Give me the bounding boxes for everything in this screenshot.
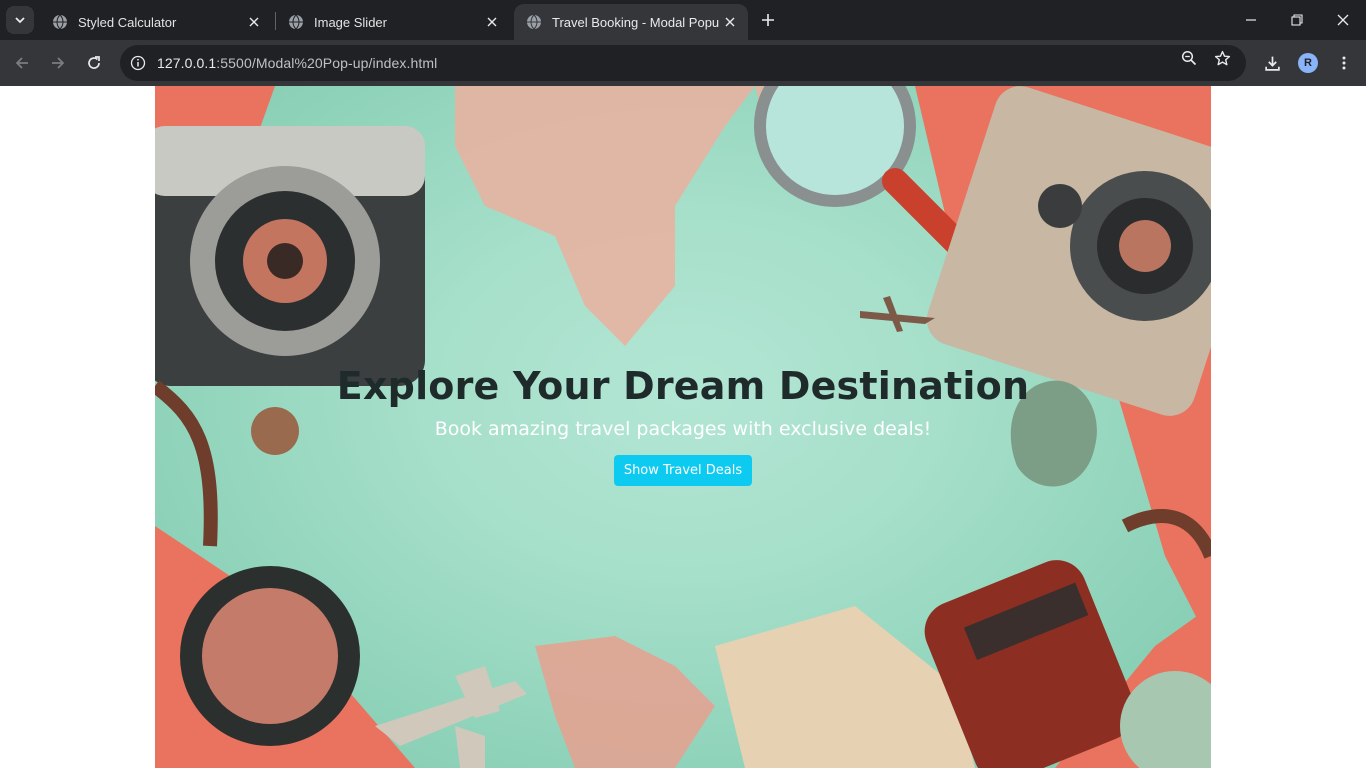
tab-styled-calculator[interactable]: Styled Calculator	[40, 4, 272, 40]
site-info-button[interactable]	[128, 53, 148, 73]
close-window-button[interactable]	[1320, 0, 1366, 40]
url-text: 127.0.0.1:5500/Modal%20Pop-up/index.html	[157, 55, 437, 71]
plus-icon	[762, 14, 774, 26]
arrow-left-icon	[15, 57, 28, 69]
chevron-down-icon	[15, 17, 25, 24]
reload-button[interactable]	[80, 49, 108, 77]
download-icon	[1264, 56, 1280, 71]
tab-close-button[interactable]	[720, 12, 740, 32]
close-icon	[249, 17, 259, 27]
globe-icon	[53, 14, 67, 30]
tab-title: Image Slider	[314, 14, 387, 30]
hero-subtitle: Book amazing travel packages with exclus…	[434, 418, 932, 440]
address-bar[interactable]: 127.0.0.1:5500/Modal%20Pop-up/index.html	[120, 45, 1246, 81]
globe-icon	[527, 14, 541, 30]
reload-icon	[88, 56, 100, 69]
hero-content: Explore Your Dream Destination Book amaz…	[155, 364, 1211, 486]
zoom-button[interactable]	[1179, 48, 1199, 68]
info-icon	[130, 55, 146, 71]
forward-button[interactable]	[44, 49, 72, 77]
browser-toolbar: 127.0.0.1:5500/Modal%20Pop-up/index.html…	[0, 40, 1366, 86]
browser-menu-button[interactable]	[1332, 51, 1356, 75]
star-icon	[1214, 50, 1230, 65]
url-path: :5500/Modal%20Pop-up/index.html	[216, 55, 438, 71]
tab-close-button[interactable]	[244, 12, 264, 32]
page-viewport: Explore Your Dream Destination Book amaz…	[0, 86, 1366, 768]
new-tab-button[interactable]	[756, 8, 780, 32]
arrow-right-icon	[52, 57, 65, 69]
downloads-button[interactable]	[1260, 51, 1284, 75]
tab-close-button[interactable]	[482, 12, 502, 32]
url-host: 127.0.0.1	[157, 55, 217, 71]
close-icon	[487, 17, 497, 27]
tab-travel-booking[interactable]: Travel Booking - Modal Popup	[514, 4, 748, 40]
profile-avatar[interactable]: R	[1298, 53, 1318, 73]
restore-icon	[1291, 14, 1303, 26]
tab-search-button[interactable]	[6, 6, 34, 34]
bookmark-button[interactable]	[1212, 48, 1232, 68]
back-button[interactable]	[8, 49, 36, 77]
kebab-menu-icon	[1342, 56, 1346, 70]
tab-title: Travel Booking - Modal Popup	[552, 14, 720, 30]
close-icon	[725, 17, 735, 27]
minimize-icon	[1246, 19, 1256, 21]
globe-icon	[289, 14, 303, 30]
minimize-button[interactable]	[1228, 0, 1274, 40]
tab-title: Styled Calculator	[78, 14, 177, 30]
tab-image-slider[interactable]: Image Slider	[276, 4, 510, 40]
browser-tab-strip: Styled Calculator Image Slider Travel Bo…	[0, 0, 1366, 40]
hero-title: Explore Your Dream Destination	[336, 364, 1030, 408]
show-travel-deals-button[interactable]: Show Travel Deals	[613, 455, 753, 486]
zoom-out-icon	[1181, 50, 1197, 66]
restore-button[interactable]	[1274, 0, 1320, 40]
hero-section: Explore Your Dream Destination Book amaz…	[155, 86, 1211, 768]
close-icon	[1337, 14, 1349, 26]
